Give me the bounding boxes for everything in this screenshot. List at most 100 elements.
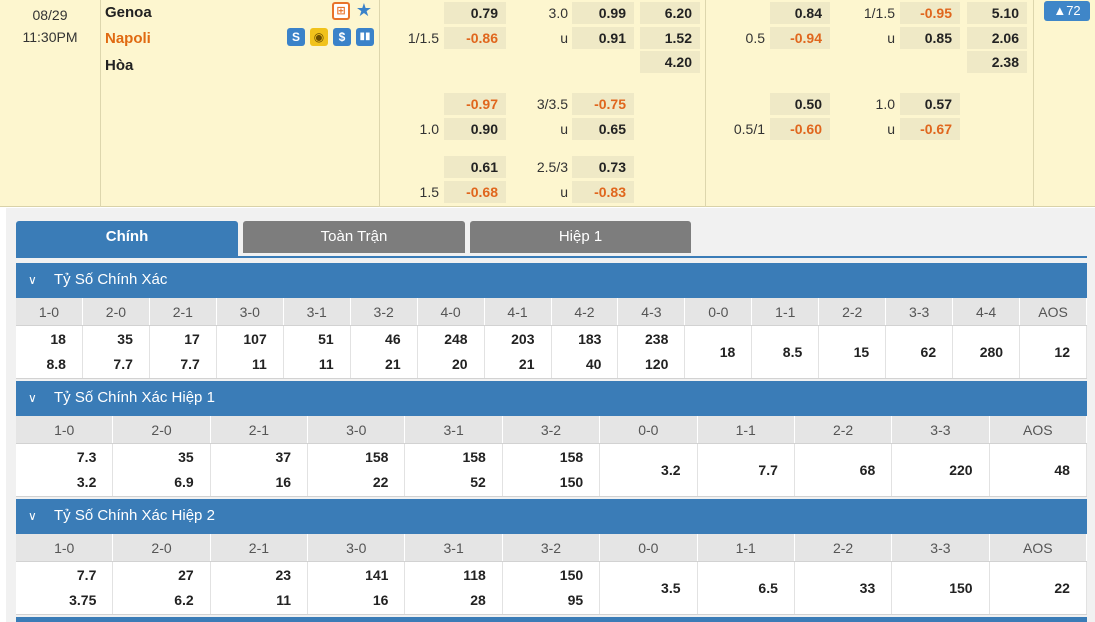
score-odds-cell[interactable]: 248 20: [418, 326, 485, 378]
score-odds-cell[interactable]: 118 28: [405, 562, 503, 614]
ft-ou-over-1[interactable]: 0.99: [572, 2, 634, 24]
away-team[interactable]: Napoli: [105, 28, 151, 50]
dollar-icon[interactable]: $: [333, 28, 351, 46]
score-odds-top: 3.5: [661, 579, 681, 596]
score-odds-cell[interactable]: 33: [795, 562, 893, 614]
score-header-cell: 2-2: [795, 416, 893, 443]
coin-icon[interactable]: ◉: [310, 28, 328, 46]
score-odds-cell[interactable]: 46 21: [351, 326, 418, 378]
section-header[interactable]: ∨ Tỷ Số Chính Xác: [16, 263, 1087, 298]
h1-hdp-home-2[interactable]: 0.50: [770, 93, 830, 115]
star-icon[interactable]: ★: [355, 1, 373, 19]
score-odds-cell[interactable]: 27 6.2: [113, 562, 211, 614]
score-header-cell: 4-2: [552, 298, 619, 325]
score-odds-cell[interactable]: 3.2: [600, 444, 698, 496]
score-odds-cell[interactable]: 158 150: [503, 444, 601, 496]
tab-full-match[interactable]: Toàn Trận: [243, 221, 465, 253]
score-odds-top: 33: [859, 579, 876, 596]
ft-ou-line-2: 3/3.5: [536, 96, 568, 112]
score-odds-cell[interactable]: 18: [685, 326, 753, 378]
score-odds-top: 7.7: [758, 461, 778, 478]
next-section-header[interactable]: [16, 617, 1087, 622]
chevron-down-icon[interactable]: ∨: [28, 382, 48, 415]
ft-ou-over-2[interactable]: -0.75: [572, 93, 634, 115]
score-odds-cell[interactable]: 141 16: [308, 562, 406, 614]
score-odds-cell[interactable]: 220: [892, 444, 990, 496]
ft-hdp-line-1: 1/1.5: [407, 30, 439, 46]
score-odds-cell[interactable]: 23 11: [211, 562, 309, 614]
score-odds-cell[interactable]: 238 120: [618, 326, 686, 378]
ft-ou-under-1[interactable]: 0.91: [572, 27, 634, 49]
h1-1x2-draw[interactable]: 2.38: [967, 51, 1027, 73]
score-header-cell: 3-1: [405, 534, 503, 561]
score-odds-cell[interactable]: 3.5: [600, 562, 698, 614]
more-odds-button[interactable]: ▲72: [1044, 1, 1090, 21]
h1-hdp-away-2[interactable]: -0.60: [770, 118, 830, 140]
tab-first-half[interactable]: Hiệp 1: [470, 221, 691, 253]
score-header-cell: 3-2: [503, 534, 601, 561]
score-odds-cell[interactable]: 68: [795, 444, 893, 496]
score-odds-cell[interactable]: 48: [990, 444, 1087, 496]
score-odds-cell[interactable]: 150: [892, 562, 990, 614]
score-odds-cell[interactable]: 18 8.8: [16, 326, 83, 378]
match-odds-row: 08/29 11:30PM Genoa Napoli Hòa ⊞ ★ S ◉ $…: [0, 0, 1095, 207]
home-team[interactable]: Genoa: [105, 2, 152, 24]
score-odds-cell[interactable]: 15: [819, 326, 887, 378]
score-odds-cell[interactable]: 37 16: [211, 444, 309, 496]
ft-hdp-away-1[interactable]: -0.86: [444, 27, 506, 49]
score-odds-cell[interactable]: 51 11: [284, 326, 351, 378]
score-odds-top: 8.5: [782, 343, 803, 360]
h1-ou-under-2[interactable]: -0.67: [900, 118, 960, 140]
score-odds-bottom: 22: [372, 474, 389, 490]
score-odds-cell[interactable]: 280: [953, 326, 1021, 378]
score-odds-cell[interactable]: 7.7 3.75: [16, 562, 114, 614]
score-header-cell: 3-0: [217, 298, 284, 325]
ft-1x2-draw[interactable]: 4.20: [640, 51, 700, 73]
score-odds-cell[interactable]: 35 7.7: [83, 326, 150, 378]
score-odds-cell[interactable]: 17 7.7: [150, 326, 217, 378]
section-header[interactable]: ∨ Tỷ Số Chính Xác Hiệp 1: [16, 381, 1087, 416]
score-odds-bottom: 3.2: [76, 474, 97, 490]
score-header-cell: 2-0: [83, 298, 150, 325]
chevron-down-icon[interactable]: ∨: [28, 500, 48, 533]
ft-1x2-home[interactable]: 6.20: [640, 2, 700, 24]
score-odds-cell[interactable]: 158 22: [308, 444, 406, 496]
h1-ou-over-2[interactable]: 0.57: [900, 93, 960, 115]
h1-1x2-away[interactable]: 2.06: [967, 27, 1027, 49]
ft-hdp-home-1[interactable]: 0.79: [444, 2, 506, 24]
ft-ou-over-3[interactable]: 0.73: [572, 156, 634, 178]
h1-ou-under-1[interactable]: 0.85: [900, 27, 960, 49]
ft-1x2-away[interactable]: 1.52: [640, 27, 700, 49]
score-odds-cell[interactable]: 158 52: [405, 444, 503, 496]
score-odds-cell[interactable]: 35 6.9: [113, 444, 211, 496]
stats-icon[interactable]: ▮▮: [356, 28, 374, 46]
field-icon[interactable]: ⊞: [332, 2, 350, 20]
score-odds-cell[interactable]: 6.5: [698, 562, 795, 614]
ft-ou-under-3[interactable]: -0.83: [572, 181, 634, 203]
score-odds-cell[interactable]: 203 21: [485, 326, 552, 378]
score-odds-cell[interactable]: 7.7: [698, 444, 795, 496]
tab-main[interactable]: Chính: [16, 221, 238, 258]
score-odds-cell[interactable]: 12: [1020, 326, 1087, 378]
ft-ou-under-2[interactable]: 0.65: [572, 118, 634, 140]
ft-hdp-away-3[interactable]: -0.68: [444, 181, 506, 203]
score-odds-cell[interactable]: 107 11: [217, 326, 284, 378]
score-header-cell: 4-1: [485, 298, 552, 325]
section-header[interactable]: ∨ Tỷ Số Chính Xác Hiệp 2: [16, 499, 1087, 534]
score-odds-cell[interactable]: 183 40: [552, 326, 619, 378]
score-odds-cell[interactable]: 22: [990, 562, 1087, 614]
score-odds-cell[interactable]: 150 95: [503, 562, 601, 614]
score-odds-cell[interactable]: 7.3 3.2: [16, 444, 114, 496]
score-odds-cell[interactable]: 8.5: [752, 326, 820, 378]
score-header-cell: 3-1: [284, 298, 351, 325]
h1-ou-over-1[interactable]: -0.95: [900, 2, 960, 24]
odds-s-icon[interactable]: S: [287, 28, 305, 46]
h1-hdp-away-1[interactable]: -0.94: [770, 27, 830, 49]
h1-hdp-home-1[interactable]: 0.84: [770, 2, 830, 24]
ft-hdp-away-2[interactable]: 0.90: [444, 118, 506, 140]
ft-hdp-home-2[interactable]: -0.97: [444, 93, 506, 115]
chevron-down-icon[interactable]: ∨: [28, 264, 48, 297]
score-odds-cell[interactable]: 62: [886, 326, 954, 378]
ft-hdp-home-3[interactable]: 0.61: [444, 156, 506, 178]
h1-1x2-home[interactable]: 5.10: [967, 2, 1027, 24]
